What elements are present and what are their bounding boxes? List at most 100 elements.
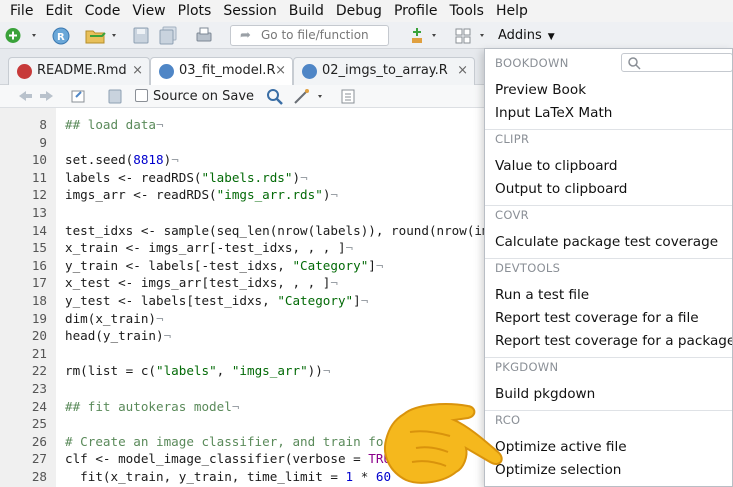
code-text: head(y_train)¬ — [65, 327, 171, 345]
code-token: "imgs_arr" — [231, 363, 308, 379]
menu-edit[interactable]: Edit — [39, 0, 78, 22]
tab-03-fit-model[interactable]: 03_fit_model.R × — [150, 57, 293, 86]
code-token: ¬ — [360, 293, 369, 308]
tab-label: 02_imgs_to_array.R — [322, 63, 448, 78]
code-token: "Category" — [277, 293, 354, 308]
code-token: 1 — [345, 469, 354, 484]
print-icon[interactable] — [194, 26, 214, 45]
line-number: 14 — [31, 222, 47, 238]
tab-02-imgs-to-array[interactable]: 02_imgs_to_array.R × — [293, 57, 475, 85]
section-header-devtools: DEVTOOLS — [495, 261, 561, 275]
menu-tools[interactable]: Tools — [443, 0, 490, 22]
close-icon[interactable]: × — [275, 58, 286, 84]
code-token: 8818 — [133, 152, 164, 168]
save-icon[interactable] — [107, 88, 123, 105]
code-text: y_test <- labels[test_idxs, "Category"]¬ — [65, 292, 368, 310]
line-number: 28 — [31, 469, 47, 484]
code-text: imgs_arr <- readRDS("imgs_arr.rds")¬ — [65, 186, 338, 204]
source-on-save-checkbox[interactable]: Source on Save — [135, 87, 254, 106]
addin-item[interactable]: Value to clipboard — [495, 156, 618, 176]
back-forward-icon[interactable] — [16, 88, 56, 105]
chevron-down-icon: ▼ — [547, 32, 555, 42]
menu-code[interactable]: Code — [79, 0, 127, 22]
code-token: x_train <- imgs_arr[-test_idxs, , , ] — [65, 240, 346, 256]
menu-separator — [485, 410, 732, 411]
r-script-icon — [159, 64, 174, 79]
new-project-icon[interactable]: R — [48, 26, 74, 45]
menu-profile[interactable]: Profile — [388, 0, 444, 22]
line-number: 27 — [31, 451, 47, 467]
code-token: clf <- model_image_classifier(verbose = — [65, 451, 369, 467]
code-text: ## load data¬ — [65, 116, 164, 134]
new-file-icon[interactable] — [4, 26, 40, 45]
menu-view[interactable]: View — [126, 0, 171, 22]
document-outline-icon[interactable] — [340, 88, 356, 105]
goto-file-input[interactable]: ➦ Go to file/function — [230, 25, 389, 46]
addin-item[interactable]: Build pkgdown — [495, 384, 595, 404]
line-number: 8 — [39, 117, 47, 132]
section-header-clipr: CLIPR — [495, 132, 530, 146]
code-text: labels <- readRDS("labels.rds")¬ — [65, 169, 308, 187]
menu-debug[interactable]: Debug — [330, 0, 388, 22]
code-token: # Create an image classifier, and train … — [65, 433, 384, 449]
code-token: ## fit autokeras model — [65, 398, 232, 414]
menu-build[interactable]: Build — [283, 0, 330, 22]
line-number: 20 — [31, 328, 47, 344]
code-token: set.seed( — [65, 152, 134, 168]
code-token: * — [353, 469, 376, 484]
addin-item[interactable]: Calculate package test coverage — [495, 232, 718, 252]
line-number: 17 — [31, 275, 47, 291]
menu-plots[interactable]: Plots — [172, 0, 218, 22]
menu-help[interactable]: Help — [490, 0, 534, 22]
menu-file[interactable]: File — [4, 0, 39, 22]
close-icon[interactable]: × — [132, 58, 143, 84]
pane-layout-icon[interactable] — [454, 26, 490, 45]
code-token: y_test <- labels[test_idxs, — [65, 293, 278, 308]
main-toolbar: R ➦ Go to file/function Addins ▼ — [0, 22, 733, 49]
addin-item[interactable]: Output to clipboard — [495, 179, 627, 199]
menu-bar: File Edit Code View Plots Session Build … — [0, 0, 733, 22]
code-tools-wand-icon[interactable] — [292, 88, 328, 105]
save-all-icon[interactable] — [158, 26, 180, 45]
code-token: ] — [368, 257, 376, 273]
code-text: x_test <- imgs_arr[test_idxs, , , ]¬ — [65, 274, 338, 292]
code-token: , — [216, 363, 232, 379]
git-icon[interactable] — [408, 26, 442, 45]
line-number: 15 — [31, 240, 47, 256]
save-icon[interactable] — [132, 26, 150, 45]
line-number: 10 — [31, 152, 47, 168]
code-token: ¬ — [375, 257, 384, 273]
addin-item[interactable]: Report test coverage for a file — [495, 308, 699, 328]
code-token: ) — [292, 169, 301, 185]
addin-item[interactable]: Preview Book — [495, 80, 586, 100]
addin-item[interactable]: Run a test file — [495, 285, 589, 305]
pointing-hand-icon — [384, 403, 503, 484]
code-text: y_train <- labels[-test_idxs, "Category"… — [65, 257, 383, 275]
show-in-window-icon[interactable] — [70, 88, 86, 105]
code-token: ¬ — [330, 187, 338, 203]
tab-label: 03_fit_model.R — [179, 63, 276, 78]
tab-readme-rmd[interactable]: README.Rmd × — [8, 57, 150, 85]
code-text: # Create an image classifier, and train … — [65, 433, 383, 451]
code-token: ¬ — [171, 152, 179, 168]
code-token: ¬ — [156, 117, 164, 132]
search-icon[interactable] — [266, 88, 284, 105]
addin-item[interactable]: Optimize selection — [495, 460, 621, 480]
menu-separator — [485, 357, 732, 358]
addin-item[interactable]: Optimize active file — [495, 437, 627, 457]
line-number: 26 — [31, 433, 47, 449]
addins-search-input[interactable] — [621, 53, 732, 72]
addins-button[interactable]: Addins ▼ — [498, 26, 555, 47]
code-token: "labels.rds" — [201, 169, 293, 185]
close-icon[interactable]: × — [457, 58, 468, 84]
code-token: x_test <- imgs_arr[test_idxs, , , ] — [65, 275, 331, 291]
section-header-covr: COVR — [495, 208, 529, 222]
code-token: )) — [307, 363, 323, 379]
open-file-icon[interactable] — [84, 26, 120, 45]
addin-item[interactable]: Emojize active file — [495, 483, 619, 486]
line-number: 11 — [31, 169, 47, 185]
checkbox-box[interactable] — [135, 89, 148, 102]
addin-item[interactable]: Report test coverage for a package — [495, 331, 732, 351]
menu-session[interactable]: Session — [217, 0, 282, 22]
addin-item[interactable]: Input LaTeX Math — [495, 103, 612, 123]
